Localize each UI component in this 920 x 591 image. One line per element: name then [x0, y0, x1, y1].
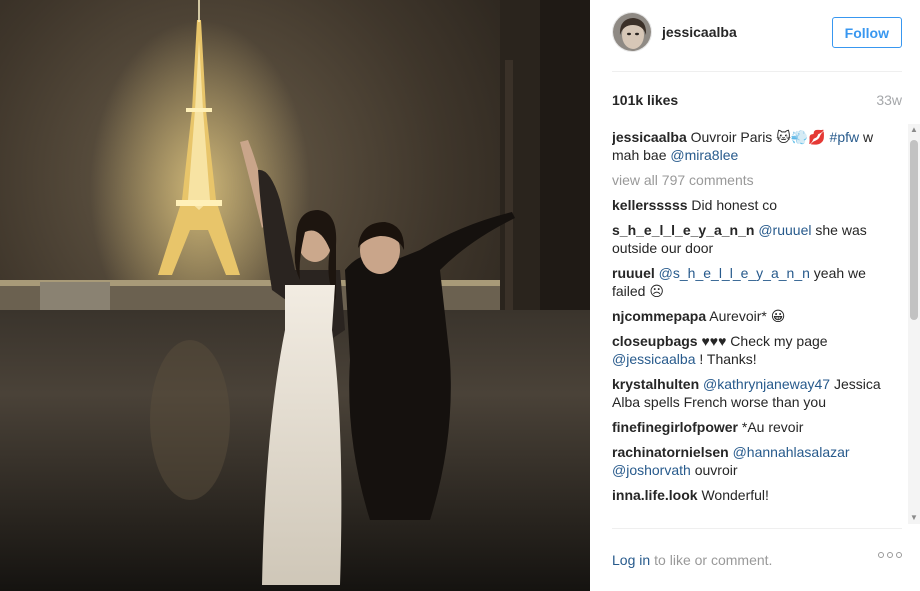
- view-all-comments-link[interactable]: view all 797 comments: [612, 171, 900, 189]
- comment-text: *Au revoir: [741, 419, 804, 435]
- more-dot: [887, 552, 893, 558]
- scroll-down-arrow-icon[interactable]: ▼: [908, 512, 920, 524]
- more-dot: [878, 552, 884, 558]
- comment-mention[interactable]: @jessicaalba: [612, 351, 695, 367]
- post-time-ago[interactable]: 33w: [876, 92, 902, 108]
- comment-item: rachinatornielsen @hannahlasalazar @josh…: [612, 443, 900, 479]
- comment-username[interactable]: njcommepapa: [612, 308, 706, 324]
- more-dot: [896, 552, 902, 558]
- comment-username[interactable]: kellersssss: [612, 197, 688, 213]
- comment-item: finefinegirlofpower *Au revoir: [612, 418, 900, 436]
- comment-username[interactable]: closeupbags: [612, 333, 698, 349]
- comment-username[interactable]: finefinegirlofpower: [612, 419, 738, 435]
- follow-button[interactable]: Follow: [831, 17, 902, 48]
- login-prompt-text: to like or comment.: [654, 552, 773, 568]
- comment-username[interactable]: ruuuel: [612, 265, 655, 281]
- comment-text: ouvroir: [694, 462, 738, 478]
- post-photo[interactable]: [0, 0, 590, 591]
- caption-text: Ouvroir Paris 🐱💨💋: [690, 129, 826, 145]
- likes-count[interactable]: 101k likes: [612, 92, 678, 108]
- comment-mention[interactable]: @kathrynjaneway47: [703, 376, 830, 392]
- post-sidebar: jessicaalba Follow 101k likes 33w jessic…: [590, 0, 920, 591]
- caption: jessicaalba Ouvroir Paris 🐱💨💋 #pfw w mah…: [612, 128, 900, 164]
- post-header: jessicaalba Follow: [612, 12, 902, 52]
- caption-username[interactable]: jessicaalba: [612, 129, 687, 145]
- caption-mention[interactable]: @mira8lee: [670, 147, 738, 163]
- header-divider: [612, 71, 902, 72]
- comment-username[interactable]: rachinatornielsen: [612, 444, 729, 460]
- comment-item: s_h_e_l_l_e_y_a_n_n @ruuuel she was outs…: [612, 221, 900, 257]
- comments-list[interactable]: jessicaalba Ouvroir Paris 🐱💨💋 #pfw w mah…: [612, 128, 900, 524]
- likes-row: 101k likes 33w: [612, 90, 902, 110]
- comment-mention[interactable]: @s_h_e_l_l_e_y_a_n_n: [659, 265, 810, 281]
- post-username[interactable]: jessicaalba: [662, 24, 737, 40]
- comments-scrollbar[interactable]: ▲ ▼: [908, 124, 920, 524]
- comment-text: Wonderful!: [701, 487, 769, 503]
- scroll-thumb[interactable]: [910, 140, 918, 320]
- login-link[interactable]: Log in: [612, 552, 650, 568]
- post-footer: Log in to like or comment.: [612, 550, 902, 570]
- comment-item: closeupbags ♥♥♥ Check my page @jessicaal…: [612, 332, 900, 368]
- avatar-image: [613, 13, 651, 51]
- comment-item: krystalhulten @kathrynjaneway47 Jessica …: [612, 375, 900, 411]
- comment-username[interactable]: inna.life.look: [612, 487, 698, 503]
- photo-image: [0, 0, 590, 591]
- comment-items: kellersssss Did honest co s_h_e_l_l_e_y_…: [612, 196, 900, 504]
- comment-text: Aurevoir* 😀: [709, 308, 786, 324]
- comment-username[interactable]: s_h_e_l_l_e_y_a_n_n: [612, 222, 754, 238]
- comment-username[interactable]: krystalhulten: [612, 376, 699, 392]
- comment-item: inna.life.look Wonderful!: [612, 486, 900, 504]
- caption-hashtag[interactable]: #pfw: [830, 129, 860, 145]
- comment-item: kellersssss Did honest co: [612, 196, 900, 214]
- scroll-up-arrow-icon[interactable]: ▲: [908, 124, 920, 136]
- comment-text: ♥♥♥ Check my page: [701, 333, 828, 349]
- comment-text: Did honest co: [691, 197, 778, 213]
- comment-item: ruuuel @s_h_e_l_l_e_y_a_n_n yeah we fail…: [612, 264, 900, 300]
- comment-item: njcommepapa Aurevoir* 😀: [612, 307, 900, 325]
- footer-divider: [612, 528, 902, 529]
- avatar[interactable]: [612, 12, 652, 52]
- comment-mention[interactable]: @ruuuel: [758, 222, 811, 238]
- comment-text: ! Thanks!: [699, 351, 757, 367]
- more-options-icon[interactable]: [878, 552, 902, 558]
